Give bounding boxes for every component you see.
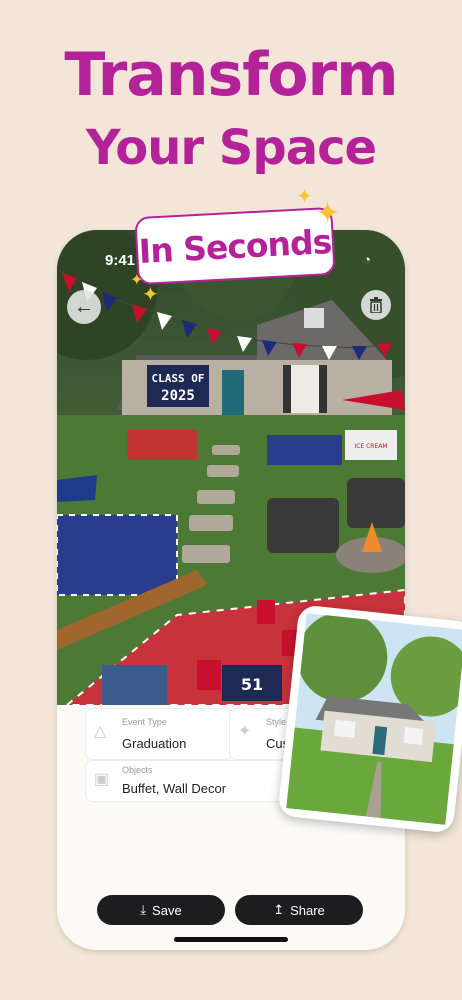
status-time: 9:41 <box>105 252 136 269</box>
sparkle-icon: ✦ <box>142 284 159 306</box>
trash-icon <box>370 297 382 313</box>
banner-text-2: 2025 <box>161 388 195 404</box>
style-label: Style <box>266 717 287 727</box>
phone-frame: CLASS OF 2025 ICE CREAM 51 9:41 ◔ ← △ Ev… <box>57 230 405 950</box>
headline-line1: Transform <box>64 40 398 110</box>
share-icon: ↥ <box>273 902 285 917</box>
banner-text-1: CLASS OF <box>152 372 205 385</box>
back-button[interactable]: ← <box>67 290 101 324</box>
sparkle-icon: ✦ <box>296 186 313 208</box>
event-type-label: Event Type <box>122 717 167 727</box>
share-label: Share <box>290 902 325 918</box>
share-button[interactable]: ↥ Share <box>235 895 363 925</box>
download-icon: ⤓ <box>140 902 147 917</box>
save-label: Save <box>152 902 182 918</box>
home-indicator <box>174 937 288 942</box>
event-type-value: Graduation <box>122 736 187 751</box>
objects-label: Objects <box>122 765 153 775</box>
style-icon: ✦ <box>238 723 252 740</box>
cone-icon: △ <box>94 723 107 740</box>
objects-value: Buffet, Wall Decor <box>122 781 227 796</box>
before-photo <box>277 604 462 834</box>
delete-button[interactable] <box>361 290 391 320</box>
save-button[interactable]: ⤓ Save <box>97 895 225 925</box>
jersey-number: 51 <box>241 675 263 694</box>
sparkle-icon: ✦ <box>315 197 341 230</box>
cart-label: ICE CREAM <box>354 443 387 450</box>
arrow-left-icon: ← <box>74 295 94 318</box>
headline-line2: Your Space <box>85 120 377 176</box>
wifi-icon: ◔ <box>363 252 371 267</box>
event-type-field[interactable]: △ Event Type Graduation <box>85 708 233 760</box>
in-seconds-tag: In Seconds <box>134 206 336 286</box>
gift-icon: ▣ <box>94 771 110 788</box>
